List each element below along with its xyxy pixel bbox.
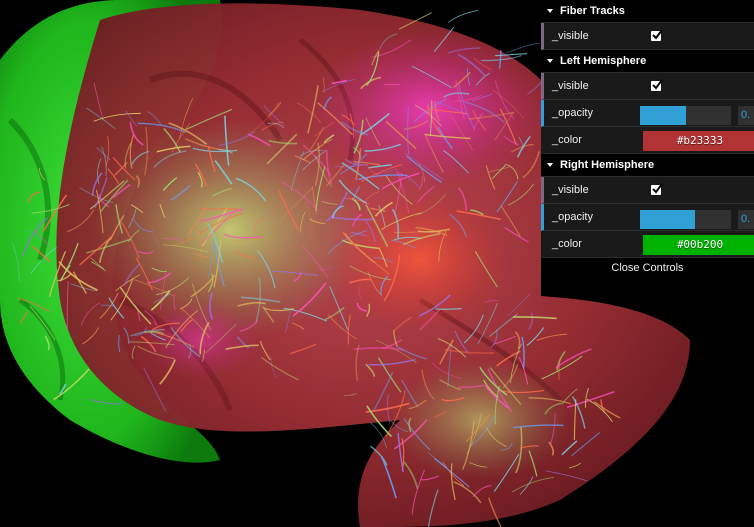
right-hemisphere-color-row: _color #00b200 <box>541 231 754 258</box>
caret-down-icon <box>547 162 553 167</box>
close-controls-button[interactable]: Close Controls <box>541 258 754 278</box>
right-hemisphere-opacity-slider[interactable] <box>640 210 731 229</box>
right-hemisphere-color-picker[interactable]: #00b200 <box>643 235 754 255</box>
left-hemisphere-opacity-slider[interactable] <box>640 106 731 125</box>
opacity-label: _opacity <box>552 211 593 223</box>
folder-title-label: Left Hemisphere <box>560 55 647 67</box>
checkmark-icon <box>652 29 663 40</box>
fiber-tracks-visible-checkbox[interactable] <box>651 29 663 41</box>
fiber-cloud <box>330 190 510 330</box>
right-hemisphere-opacity-row: _opacity 0. <box>541 204 754 231</box>
visible-label: _visible <box>552 30 589 42</box>
fiber-tracks-visible-row[interactable]: _visible <box>541 23 754 50</box>
visible-label: _visible <box>552 184 589 196</box>
folder-left-hemisphere-title[interactable]: Left Hemisphere <box>541 50 754 73</box>
right-hemisphere-opacity-input[interactable]: 0. <box>738 210 754 229</box>
controls-panel: Fiber Tracks _visible Left Hemisphere _v… <box>541 0 754 278</box>
folder-right-hemisphere-title[interactable]: Right Hemisphere <box>541 154 754 177</box>
left-hemisphere-color-row: _color #b23333 <box>541 127 754 154</box>
folder-title-label: Fiber Tracks <box>560 5 625 17</box>
left-hemisphere-opacity-input[interactable]: 0. <box>738 106 754 125</box>
slider-fill <box>640 106 686 125</box>
fiber-strand <box>435 307 462 310</box>
checkmark-icon <box>652 79 663 90</box>
fiber-cloud <box>140 300 260 380</box>
checkmark-icon <box>652 183 663 194</box>
opacity-label: _opacity <box>552 107 593 119</box>
slider-fill <box>640 210 695 229</box>
visible-label: _visible <box>552 80 589 92</box>
color-label: _color <box>552 134 582 146</box>
fiber-strand <box>447 10 479 23</box>
caret-down-icon <box>547 58 553 63</box>
folder-fiber-tracks-title[interactable]: Fiber Tracks <box>541 0 754 23</box>
right-hemisphere-visible-checkbox[interactable] <box>651 183 663 195</box>
folder-title-label: Right Hemisphere <box>560 159 655 171</box>
left-hemisphere-color-picker[interactable]: #b23333 <box>643 131 754 151</box>
caret-down-icon <box>547 8 553 13</box>
right-hemisphere-visible-row[interactable]: _visible <box>541 177 754 204</box>
left-hemisphere-visible-checkbox[interactable] <box>651 79 663 91</box>
left-hemisphere-visible-row[interactable]: _visible <box>541 73 754 100</box>
color-label: _color <box>552 238 582 250</box>
left-hemisphere-opacity-row: _opacity 0. <box>541 100 754 127</box>
